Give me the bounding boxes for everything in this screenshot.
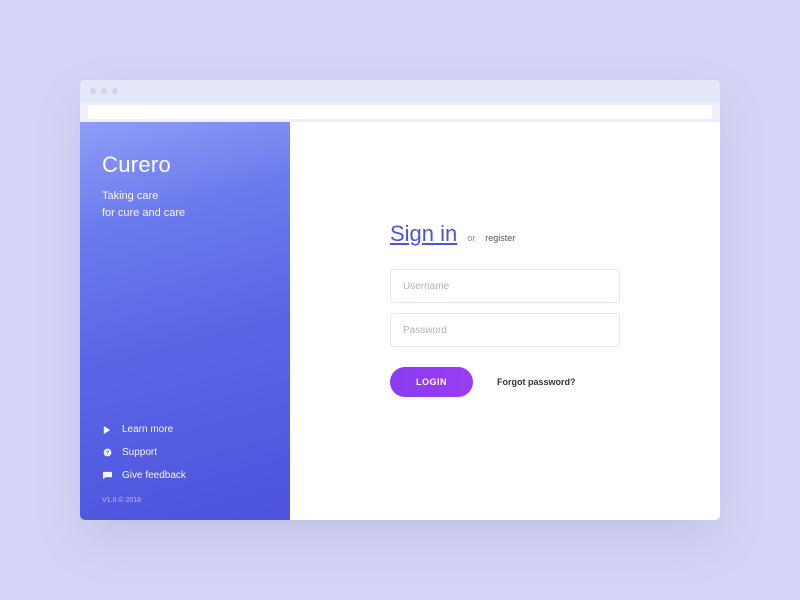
sidebar-item-support[interactable]: ? Support [102,447,268,458]
tab-signin[interactable]: Sign in [390,221,457,247]
sidebar-item-feedback[interactable]: Give feedback [102,470,268,481]
version-text: V1.0 © 2018 [102,497,268,504]
auth-heading-row: Sign in or register [390,221,620,247]
brand-tagline: Taking care for cure and care [102,188,268,221]
password-field[interactable] [390,313,620,347]
chat-icon [102,471,112,481]
svg-text:?: ? [105,451,109,457]
tab-register[interactable]: register [485,233,515,243]
browser-titlebar [80,80,720,102]
app-body: Curero Taking care for cure and care Lea… [80,122,720,520]
window-control-dot[interactable] [90,88,96,94]
browser-urlbar [80,102,720,122]
window-control-dot[interactable] [101,88,107,94]
sidebar-item-label: Learn more [122,424,173,435]
main-panel: Sign in or register LOGIN Forgot passwor… [290,122,720,520]
sidebar-item-learn-more[interactable]: Learn more [102,424,268,435]
sidebar-item-label: Support [122,447,157,458]
login-button[interactable]: LOGIN [390,367,473,397]
forgot-password-link[interactable]: Forgot password? [497,377,576,387]
url-input[interactable] [88,105,712,119]
login-form: Sign in or register LOGIN Forgot passwor… [390,221,620,397]
play-icon [102,425,112,435]
or-text: or [467,233,475,243]
form-actions: LOGIN Forgot password? [390,367,620,397]
username-field[interactable] [390,269,620,303]
brand-name: Curero [102,152,268,178]
window-control-dot[interactable] [112,88,118,94]
tagline-line1: Taking care [102,190,158,202]
sidebar: Curero Taking care for cure and care Lea… [80,122,290,520]
sidebar-item-label: Give feedback [122,470,186,481]
tagline-line2: for cure and care [102,207,185,219]
sidebar-links: Learn more ? Support Give feedback [102,424,268,481]
browser-window: Curero Taking care for cure and care Lea… [80,80,720,520]
help-icon: ? [102,448,112,458]
